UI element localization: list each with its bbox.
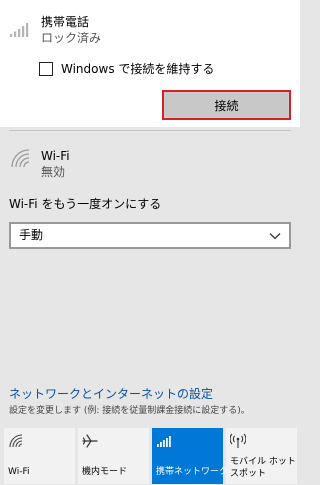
wifi-name: Wi-Fi xyxy=(41,149,70,163)
tile-label: 携帯ネットワーク xyxy=(156,467,229,477)
tile-airplane-mode[interactable]: 機内モード xyxy=(78,428,149,484)
cellular-network-card[interactable]: 携帯電話 ロック済み Windows で接続を維持する 接続 xyxy=(0,0,300,127)
network-settings-link[interactable]: ネットワークとインターネットの設定 xyxy=(9,387,213,402)
wifi-turn-on-again-select[interactable]: 手動 xyxy=(9,222,291,249)
cellular-network-name: 携帯電話 xyxy=(41,15,90,29)
tile-cellular[interactable]: 携帯ネットワーク xyxy=(152,428,228,484)
quick-action-tiles: Wi-Fi 機内モード 携帯ネットワーク モバイル ホットスポット xyxy=(4,428,300,484)
tile-label: モバイル ホットスポット xyxy=(230,457,296,479)
cellular-network-status: ロック済み xyxy=(41,31,102,45)
keep-connected-option[interactable]: Windows で接続を維持する xyxy=(39,60,214,78)
keep-connected-label: Windows で接続を維持する xyxy=(61,61,215,76)
hotspot-icon xyxy=(230,433,246,448)
tile-wifi[interactable]: Wi-Fi xyxy=(4,428,75,484)
tile-label: 機内モード xyxy=(82,467,128,477)
network-settings-description: 設定を変更します (例: 接続を従量制課金接続に設定する)。 xyxy=(9,406,250,416)
connect-button[interactable]: 接続 xyxy=(162,90,291,120)
wifi-icon xyxy=(11,149,30,168)
tile-label: Wi-Fi xyxy=(8,467,30,477)
connect-button-label: 接続 xyxy=(165,93,288,117)
chevron-down-icon xyxy=(269,233,281,240)
select-value: 手動 xyxy=(19,228,44,242)
divider xyxy=(9,130,291,131)
wifi-status: 無効 xyxy=(41,165,66,179)
cellular-signal-icon xyxy=(157,436,171,447)
airplane-icon xyxy=(82,434,98,448)
keep-connected-checkbox[interactable] xyxy=(39,62,53,76)
wifi-icon xyxy=(9,434,23,448)
cellular-signal-icon xyxy=(10,23,29,37)
wifi-turn-on-again-label: Wi-Fi をもう一度オンにする xyxy=(9,197,162,211)
tile-mobile-hotspot[interactable]: モバイル ホットスポット xyxy=(226,428,297,484)
